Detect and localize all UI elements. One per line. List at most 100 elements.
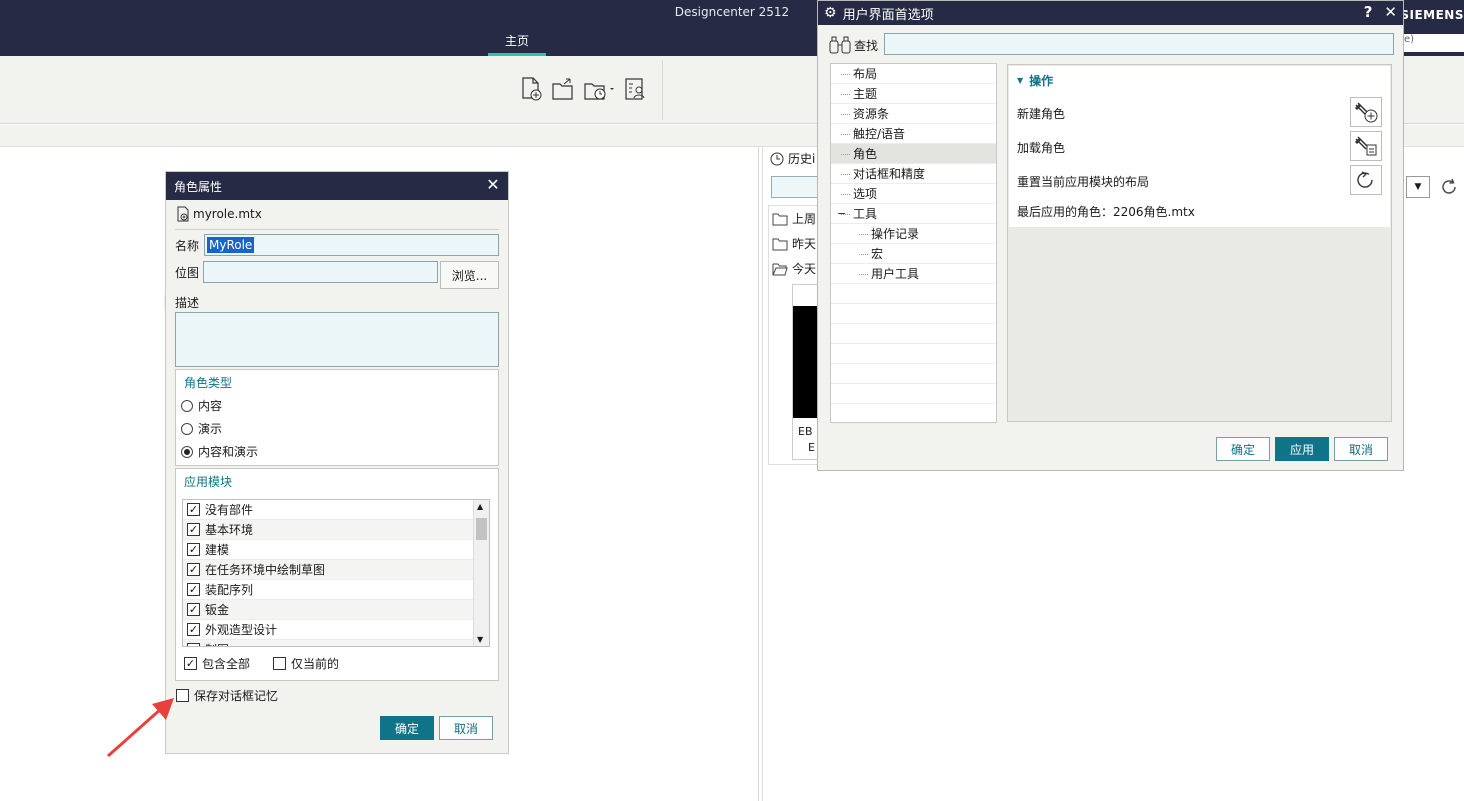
module-list-item[interactable]: ✓ 装配序列 bbox=[183, 580, 473, 600]
checkbox[interactable]: ✓ bbox=[187, 563, 200, 576]
tree-item-label: 操作记录 bbox=[871, 227, 920, 241]
save-dialog-memory-checkbox[interactable]: 保存对话框记忆 bbox=[176, 687, 278, 704]
checkbox[interactable]: ✓ bbox=[187, 583, 200, 596]
role-settings-icon[interactable] bbox=[622, 74, 648, 104]
thumb-line: E bbox=[808, 441, 815, 454]
app-modules-list[interactable]: ✓没有部件✓基本环境✓建模✓在任务环境中绘制草图✓装配序列✓钣金✓外观造型设计✓… bbox=[182, 499, 490, 647]
module-label: 建模 bbox=[205, 543, 230, 557]
pane-divider[interactable] bbox=[758, 147, 759, 801]
radio-content-and-presentation[interactable]: 内容和演示 bbox=[181, 443, 258, 460]
thumb-line: EB bbox=[798, 425, 813, 438]
folder-icon bbox=[772, 213, 788, 225]
close-icon[interactable]: ✕ bbox=[484, 176, 502, 194]
module-list-item[interactable]: ✓ 外观造型设计 bbox=[183, 620, 473, 640]
radio-label: 内容和演示 bbox=[198, 445, 259, 459]
new-file-icon[interactable] bbox=[518, 74, 544, 104]
description-field[interactable] bbox=[175, 312, 499, 367]
checkbox-label: 包含全部 bbox=[202, 657, 251, 671]
tree-item[interactable]: − 工具 bbox=[831, 204, 996, 224]
tree-item[interactable]: 资源条 bbox=[831, 104, 996, 124]
pref-cancel-button[interactable]: 取消 bbox=[1334, 437, 1388, 461]
history-header: 历史i bbox=[770, 150, 815, 167]
role-cancel-button[interactable]: 取消 bbox=[439, 716, 493, 740]
collapse-icon[interactable]: − bbox=[837, 204, 846, 224]
tree-item-label: 角色 bbox=[853, 147, 878, 161]
scroll-up-icon[interactable]: ▲ bbox=[477, 502, 483, 511]
scroll-down-icon[interactable]: ▼ bbox=[477, 635, 483, 644]
history-item[interactable]: 今天 bbox=[772, 260, 816, 277]
scroll-thumb[interactable] bbox=[476, 518, 487, 540]
checkbox[interactable]: ✓ bbox=[187, 503, 200, 516]
tree-item[interactable]: 角色 bbox=[831, 144, 996, 164]
new-role-button[interactable] bbox=[1350, 97, 1382, 127]
checkbox[interactable]: ✓ bbox=[187, 523, 200, 536]
siemens-logo: SIEMENS bbox=[1400, 8, 1464, 22]
module-rows: ✓没有部件✓基本环境✓建模✓在任务环境中绘制草图✓装配序列✓钣金✓外观造型设计✓… bbox=[183, 500, 473, 646]
checkbox[interactable]: ✓ bbox=[187, 603, 200, 616]
checkbox[interactable]: ✓ bbox=[187, 643, 200, 646]
binoculars-icon bbox=[829, 36, 851, 54]
find-input[interactable] bbox=[884, 33, 1394, 55]
caret-down-icon: ▼ bbox=[1017, 76, 1024, 85]
checkbox[interactable] bbox=[273, 657, 286, 670]
help-icon[interactable]: ? bbox=[1364, 3, 1373, 21]
module-label: 没有部件 bbox=[205, 503, 254, 517]
reset-layout-button[interactable] bbox=[1350, 165, 1382, 195]
radio-button[interactable] bbox=[181, 399, 193, 412]
radio-button-selected[interactable] bbox=[181, 445, 193, 458]
open-folder-icon[interactable] bbox=[550, 74, 576, 104]
pref-apply-button[interactable]: 应用 bbox=[1275, 437, 1329, 461]
role-ok-button[interactable]: 确定 bbox=[380, 716, 434, 740]
close-icon[interactable]: ✕ bbox=[1384, 3, 1397, 21]
current-only-checkbox[interactable]: 仅当前的 bbox=[273, 655, 339, 672]
recent-folder-icon[interactable] bbox=[582, 74, 616, 104]
name-field[interactable]: MyRole bbox=[204, 234, 499, 256]
tree-item[interactable]: 触控/语音 bbox=[831, 124, 996, 144]
checkbox[interactable]: ✓ bbox=[187, 543, 200, 556]
module-list-item[interactable]: ✓ 钣金 bbox=[183, 600, 473, 620]
tree-connector bbox=[841, 114, 850, 115]
history-dropdown-arrow[interactable]: ▼ bbox=[1406, 176, 1430, 198]
module-list-item[interactable]: ✓ 没有部件 bbox=[183, 500, 473, 520]
module-list-item[interactable]: ✓ 建模 bbox=[183, 540, 473, 560]
annotation-arrow-icon bbox=[107, 698, 174, 758]
tree-item[interactable]: 选项 bbox=[831, 184, 996, 204]
history-item[interactable]: 上周 bbox=[772, 210, 816, 227]
tree-item[interactable]: 主题 bbox=[831, 84, 996, 104]
tree-item[interactable]: 布局 bbox=[831, 64, 996, 84]
ribbon-group-file bbox=[518, 74, 648, 114]
history-label: 历史i bbox=[788, 152, 816, 166]
description-label: 描述 bbox=[175, 296, 200, 310]
checkbox[interactable]: ✓ bbox=[187, 623, 200, 636]
include-all-checkbox[interactable]: ✓ 包含全部 bbox=[184, 655, 250, 672]
section-header[interactable]: ▼ 操作 bbox=[1017, 72, 1053, 89]
history-item[interactable]: 昨天 bbox=[772, 235, 816, 252]
thumbnail-caption: EB E bbox=[798, 424, 815, 456]
radio-presentation[interactable]: 演示 bbox=[181, 420, 222, 437]
module-list-item[interactable]: ✓ 制图 bbox=[183, 640, 473, 646]
name-value: MyRole bbox=[207, 237, 255, 253]
tree-item[interactable]: 用户工具 bbox=[831, 264, 996, 284]
radio-label: 内容 bbox=[198, 399, 223, 413]
load-role-button[interactable] bbox=[1350, 131, 1382, 161]
browse-button[interactable]: 浏览... bbox=[440, 261, 499, 289]
checkbox[interactable]: ✓ bbox=[184, 657, 197, 670]
refresh-icon[interactable] bbox=[1438, 176, 1460, 198]
checkbox-label: 保存对话框记忆 bbox=[194, 689, 279, 703]
divider bbox=[175, 229, 499, 230]
tree-item-label: 对话框和精度 bbox=[853, 167, 926, 181]
pref-ok-button[interactable]: 确定 bbox=[1216, 437, 1270, 461]
module-list-item[interactable]: ✓ 在任务环境中绘制草图 bbox=[183, 560, 473, 580]
tree-item[interactable]: 宏 bbox=[831, 244, 996, 264]
list-scrollbar[interactable]: ▲ ▼ bbox=[473, 500, 489, 646]
tree-connector bbox=[859, 254, 868, 255]
tree-item[interactable]: 对话框和精度 bbox=[831, 164, 996, 184]
tree-item[interactable]: 操作记录 bbox=[831, 224, 996, 244]
module-list-item[interactable]: ✓ 基本环境 bbox=[183, 520, 473, 540]
radio-content[interactable]: 内容 bbox=[181, 397, 222, 414]
tree-connector bbox=[841, 154, 850, 155]
bitmap-field[interactable] bbox=[203, 261, 438, 283]
radio-button[interactable] bbox=[181, 422, 193, 435]
folder-icon bbox=[772, 238, 788, 250]
tab-home[interactable]: 主页 bbox=[488, 30, 546, 56]
